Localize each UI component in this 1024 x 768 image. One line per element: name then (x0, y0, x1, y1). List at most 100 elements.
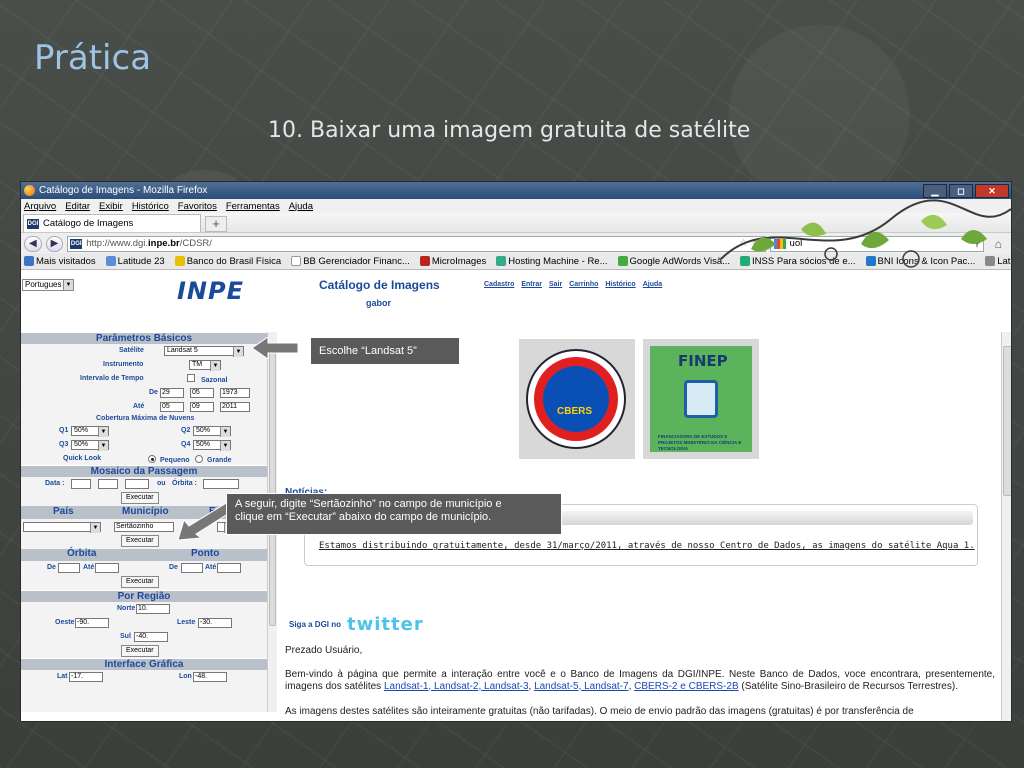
west-input[interactable]: -90. (75, 618, 109, 628)
from-year-input[interactable]: 1973 (220, 388, 250, 398)
quicklook-label: Quick Look (63, 455, 102, 462)
bookmark-item[interactable]: Mais visitados (24, 256, 96, 267)
link-carrinho[interactable]: Carrinho (569, 281, 598, 288)
minimize-button[interactable]: ▁ (923, 183, 947, 198)
mosaic-day-input[interactable] (71, 479, 91, 489)
bookmark-star-icon[interactable]: ☆ (739, 238, 748, 249)
bookmark-item[interactable]: Latitude 23 (105, 256, 165, 267)
cbers-link[interactable]: CBERS-2 e CBERS-2B (634, 681, 738, 692)
bookmark-item[interactable]: BB Gerenciador Financ... (291, 256, 410, 267)
home-button[interactable]: ⌂ (988, 236, 1008, 252)
link-entrar[interactable]: Entrar (521, 281, 542, 288)
menu-favoritos[interactable]: Favoritos (178, 201, 217, 212)
link-sair[interactable]: Sair (549, 281, 562, 288)
search-icon[interactable]: ⚲ (974, 238, 984, 249)
maximize-button[interactable]: ◻ (949, 183, 973, 198)
mosaic-year-input[interactable] (125, 479, 149, 489)
small-label: Pequeno (160, 457, 190, 464)
user-name: gabor (366, 298, 392, 308)
tab-catalogo[interactable]: DGI Catálogo de Imagens (23, 214, 201, 232)
landsat-57-link[interactable]: Landsat-5, Landsat-7 (534, 681, 629, 692)
section-basic-params: Parâmetros Básicos (21, 332, 267, 344)
east-input[interactable]: -30. (198, 618, 232, 628)
menu-historico[interactable]: Histórico (132, 201, 169, 212)
new-tab-button[interactable]: + (205, 216, 227, 232)
mosaic-month-input[interactable] (98, 479, 118, 489)
q3-select[interactable]: 50% ▼ (71, 440, 109, 451)
municipality-execute-button[interactable]: Executar (121, 535, 159, 547)
back-button[interactable]: ◀ (24, 235, 42, 252)
callout-arrow-left (252, 337, 299, 359)
twitter-follow[interactable]: Siga a DGI no twitter (289, 614, 424, 635)
point-to-input[interactable] (217, 563, 241, 573)
menu-arquivo[interactable]: Arquivo (24, 201, 56, 212)
q1-select[interactable]: 50% ▼ (71, 426, 109, 437)
link-cadastro[interactable]: Cadastro (484, 281, 514, 288)
from-day-input[interactable]: 29 (160, 388, 184, 398)
page-header: Portugues ▼ INPE Catálogo de Imagens gabo… (21, 277, 1011, 332)
link-historico[interactable]: Histórico (605, 281, 635, 288)
cloud-cover-label: Cobertura Máxima de Nuvens (96, 415, 195, 422)
west-label: Oeste (55, 619, 75, 626)
to-day-input[interactable]: 05 (160, 402, 184, 412)
mosaic-execute-button[interactable]: Executar (121, 492, 159, 504)
bookmark-item[interactable]: Latitude INPE (985, 256, 1011, 267)
from-month-input[interactable]: 05 (190, 388, 214, 398)
lat-label: Lat (57, 673, 68, 680)
close-button[interactable]: ✕ (975, 183, 1009, 198)
satellite-select[interactable]: Landsat 5 ▼ (164, 346, 244, 357)
section-region: Por Região (21, 590, 267, 602)
to-year-input[interactable]: 2011 (220, 402, 250, 412)
lon-input[interactable]: -48. (193, 672, 227, 682)
bookmark-item[interactable]: Banco do Brasil Física (174, 256, 281, 267)
orbit-label: Órbita : (172, 480, 197, 487)
lon-label: Lon (179, 673, 192, 680)
small-radio[interactable] (148, 455, 156, 463)
forward-button[interactable]: ▶ (45, 235, 64, 252)
menu-ferramentas[interactable]: Ferramentas (226, 201, 280, 212)
section-mosaic: Mosaico da Passagem (21, 465, 267, 477)
orbit-from-input[interactable] (58, 563, 80, 573)
large-radio[interactable] (195, 455, 203, 463)
menu-exibir[interactable]: Exibir (99, 201, 123, 212)
orbit-execute-button[interactable]: Executar (121, 576, 159, 588)
country-select[interactable]: ▼ (23, 522, 101, 533)
bookmark-item[interactable]: MicroImages (419, 256, 486, 267)
menu-editar[interactable]: Editar (65, 201, 90, 212)
north-input[interactable]: 10. (136, 604, 170, 614)
instrument-select[interactable]: TM ▼ (189, 360, 221, 371)
orbit-to-input[interactable] (95, 563, 119, 573)
large-label: Grande (207, 457, 232, 464)
title-bar: Catálogo de Imagens - Mozilla Firefox ▁ … (21, 182, 1011, 199)
to-month-input[interactable]: 09 (190, 402, 214, 412)
bookmark-item[interactable]: BNI Icons & Icon Pac... (865, 256, 975, 267)
address-bar[interactable]: DGI http://www.dgi.inpe.br/CDSR/ ☆ ↻ (67, 235, 766, 252)
reload-icon[interactable]: ↻ (752, 238, 760, 249)
bookmark-item[interactable]: INSS Para sócios de e... (740, 256, 856, 267)
bookmark-item[interactable]: Google AdWords Visã... (617, 256, 730, 267)
menu-ajuda[interactable]: Ajuda (289, 201, 313, 212)
to-label: Até (133, 403, 145, 410)
landsat-123-link[interactable]: Landsat-1, Landsat-2, Landsat-3 (384, 681, 529, 692)
lat-input[interactable]: -17. (69, 672, 103, 682)
link-ajuda[interactable]: Ajuda (643, 281, 662, 288)
region-execute-button[interactable]: Executar (121, 645, 159, 657)
search-box[interactable]: uol ⚲ (769, 235, 985, 252)
point-header: Ponto (191, 548, 220, 559)
municipality-input[interactable]: Sertãozinho (114, 522, 174, 532)
east-label: Leste (177, 619, 196, 626)
point-from-input[interactable] (181, 563, 203, 573)
page-scrollbar[interactable] (1001, 332, 1011, 721)
inpe-logo: INPE (177, 277, 244, 305)
top-links: Cadastro Entrar Sair Carrinho Histórico … (484, 281, 662, 288)
q4-select[interactable]: 50% ▼ (193, 440, 231, 451)
mosaic-orbit-input[interactable] (203, 479, 239, 489)
south-input[interactable]: -40. (134, 632, 168, 642)
sazonal-checkbox[interactable] (187, 374, 195, 382)
q2-select[interactable]: 50% ▼ (193, 426, 231, 437)
language-select[interactable]: Portugues ▼ (22, 279, 74, 291)
north-label: Norte (117, 605, 136, 612)
satellite-label: Satélite (119, 347, 144, 354)
bookmark-item[interactable]: Hosting Machine - Re... (496, 256, 608, 267)
news-link[interactable]: Estamos distribuindo gratuitamente, desd… (319, 541, 975, 551)
